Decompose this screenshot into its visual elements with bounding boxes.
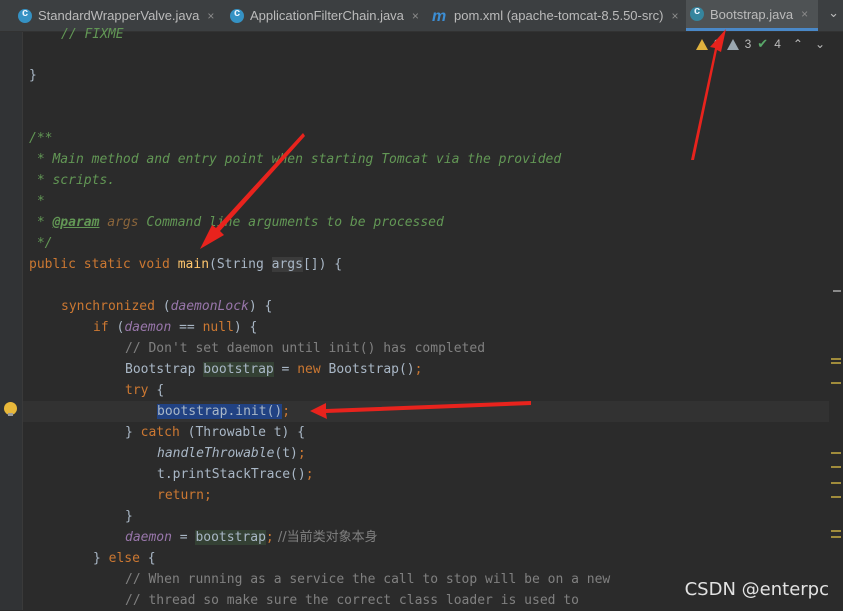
- code-line: /**: [29, 131, 53, 146]
- tab-label: Bootstrap.java: [710, 6, 794, 22]
- code-editor[interactable]: // FIXME } /** * Main method and entry p…: [23, 27, 829, 610]
- code-line: daemon = bootstrap; //当前类对象本身: [125, 530, 378, 545]
- selected-text[interactable]: bootstrap.init(): [157, 404, 283, 419]
- code-line: synchronized (daemonLock) {: [61, 299, 273, 314]
- watermark: CSDN @enterpc: [684, 579, 829, 600]
- code-line: handleThrowable(t);: [157, 446, 306, 461]
- code-line: } catch (Throwable t) {: [125, 425, 306, 440]
- code-line: return;: [157, 488, 212, 503]
- stripe-marker[interactable]: [831, 536, 841, 538]
- tab-label: StandardWrapperValve.java: [38, 8, 200, 23]
- stripe-marker[interactable]: [831, 466, 841, 468]
- close-icon[interactable]: ×: [801, 7, 808, 21]
- code-line: try {: [125, 383, 165, 398]
- stripe-marker[interactable]: [831, 382, 841, 384]
- stripe-marker[interactable]: [833, 290, 841, 292]
- close-icon[interactable]: ×: [672, 9, 679, 23]
- code-line: * Main method and entry point when start…: [29, 152, 562, 167]
- java-class-icon: [690, 5, 704, 21]
- code-line-main-method: public static void main(String args[]) {: [29, 257, 343, 272]
- java-class-icon: [230, 7, 244, 23]
- code-line: } else {: [93, 551, 156, 566]
- stripe-marker[interactable]: [831, 482, 841, 484]
- lightbulb-icon[interactable]: [4, 402, 17, 416]
- maven-icon: m: [432, 7, 447, 25]
- code-line: if (daemon == null) {: [93, 320, 258, 335]
- stripe-marker[interactable]: [831, 452, 841, 454]
- code-line: // Don't set daemon until init() has com…: [125, 341, 486, 356]
- stripe-marker[interactable]: [831, 496, 841, 498]
- code-line: Bootstrap bootstrap = new Bootstrap();: [125, 362, 423, 377]
- code-line-current: bootstrap.init();: [23, 401, 829, 422]
- code-line: * @param args Command line arguments to …: [29, 215, 444, 230]
- error-stripe[interactable]: [829, 32, 843, 610]
- close-icon[interactable]: ×: [412, 9, 419, 23]
- code-line: */: [29, 236, 53, 251]
- tab-label: pom.xml (apache-tomcat-8.5.50-src): [454, 8, 664, 23]
- code-line: * scripts.: [29, 173, 116, 188]
- stripe-marker[interactable]: [831, 358, 841, 360]
- code-line: *: [29, 194, 45, 209]
- java-class-icon: [18, 7, 32, 23]
- editor-gutter: [0, 32, 23, 610]
- stripe-marker[interactable]: [831, 530, 841, 532]
- tab-label: ApplicationFilterChain.java: [250, 8, 404, 23]
- close-icon[interactable]: ×: [207, 9, 214, 23]
- chevron-down-icon[interactable]: ⌄: [828, 5, 839, 21]
- code-line: // FIXME: [61, 27, 124, 42]
- stripe-marker[interactable]: [831, 362, 841, 364]
- code-line: }: [29, 68, 37, 83]
- code-line: t.printStackTrace();: [157, 467, 314, 482]
- code-line: }: [125, 509, 133, 524]
